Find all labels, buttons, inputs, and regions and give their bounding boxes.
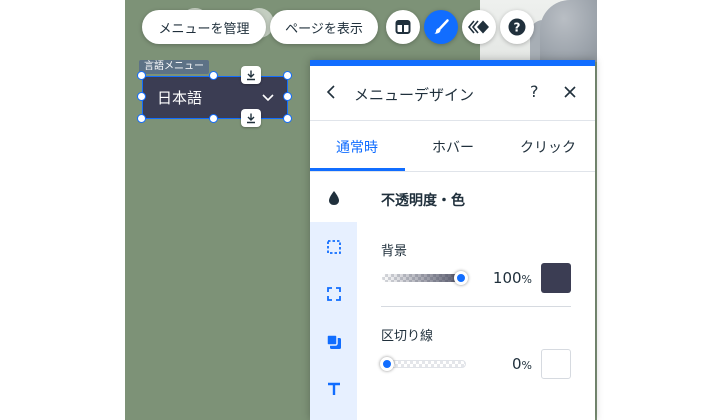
- resize-handle[interactable]: [137, 92, 146, 101]
- background-label: 背景: [381, 244, 408, 259]
- svg-text:?: ?: [514, 21, 521, 35]
- border-color-swatch[interactable]: [541, 349, 571, 379]
- resize-handle[interactable]: [209, 71, 218, 80]
- border-opacity-handle[interactable]: [380, 357, 394, 371]
- animation-icon: [468, 20, 489, 34]
- corners-icon: [327, 287, 341, 301]
- background-color-swatch[interactable]: [541, 263, 571, 293]
- layout-button[interactable]: [386, 10, 420, 44]
- border-icon: [327, 240, 341, 254]
- sidebar-item-shadow[interactable]: [324, 332, 344, 352]
- resize-handle[interactable]: [137, 71, 146, 80]
- fill-opacity-icon: [329, 191, 339, 205]
- tab-regular[interactable]: 通常時: [336, 137, 378, 157]
- menu-design-panel: メニューデザイン ? 通常時 ホバー クリック 不透明度・色 背景 100% 区…: [310, 60, 595, 420]
- shadow-icon: [326, 334, 341, 349]
- active-tab-indicator: [310, 168, 405, 171]
- border-label: 区切り線: [381, 329, 434, 344]
- help-button[interactable]: ?: [500, 10, 534, 44]
- close-icon[interactable]: [563, 85, 577, 99]
- selected-language: 日本語: [157, 89, 203, 107]
- resize-handle[interactable]: [209, 114, 218, 123]
- stretch-bottom-button[interactable]: [241, 109, 261, 127]
- background-photo: [480, 0, 597, 62]
- state-tabs: 通常時 ホバー クリック: [310, 120, 595, 172]
- tab-hover[interactable]: ホバー: [432, 137, 474, 157]
- element-type-label: 言語メニュー: [139, 60, 209, 74]
- text-icon: [328, 382, 340, 395]
- chevron-down-icon: [262, 94, 274, 102]
- sidebar-item-border[interactable]: [324, 237, 344, 257]
- resize-handle[interactable]: [137, 114, 146, 123]
- section-title: 不透明度・色: [381, 193, 465, 209]
- panel-title: メニューデザイン: [354, 86, 475, 104]
- border-opacity-slider[interactable]: [382, 360, 466, 368]
- help-icon: ?: [508, 18, 526, 36]
- section-divider: [381, 306, 571, 307]
- resize-handle[interactable]: [283, 92, 292, 101]
- resize-handle[interactable]: [283, 71, 292, 80]
- panel-header: メニューデザイン ?: [310, 66, 595, 120]
- show-pages-button[interactable]: ページを表示: [270, 10, 378, 44]
- language-menu[interactable]: 日本語: [142, 76, 288, 119]
- resize-handle[interactable]: [283, 114, 292, 123]
- download-arrow-icon: [247, 70, 255, 81]
- sidebar-item-fill[interactable]: [324, 188, 344, 208]
- sidebar-item-text[interactable]: [324, 379, 344, 399]
- design-brush-icon: [434, 19, 449, 34]
- back-arrow-icon[interactable]: [324, 84, 338, 100]
- tab-click[interactable]: クリック: [520, 137, 576, 157]
- manage-menu-button[interactable]: メニューを管理: [142, 10, 266, 44]
- background-opacity-value: 100%: [492, 269, 532, 287]
- help-icon[interactable]: ?: [530, 82, 539, 101]
- design-button[interactable]: [424, 10, 458, 44]
- animation-button[interactable]: [462, 10, 496, 44]
- background-opacity-handle[interactable]: [454, 271, 468, 285]
- border-opacity-value: 0%: [512, 355, 532, 373]
- layout-icon: [395, 20, 411, 34]
- stretch-top-button[interactable]: [241, 66, 261, 84]
- download-arrow-icon: [247, 113, 255, 124]
- sidebar-item-corners[interactable]: [324, 284, 344, 304]
